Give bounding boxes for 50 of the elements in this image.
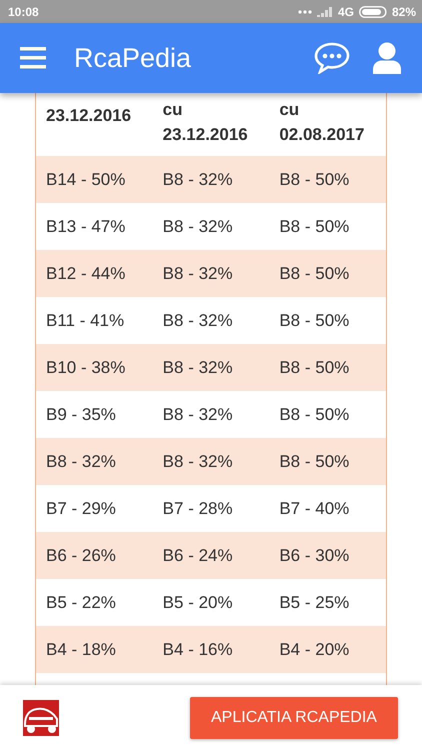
menu-icon[interactable]: [20, 47, 46, 69]
table-cell-text: B9 - 35%: [45, 404, 117, 424]
table-cell-text: B5 - 25%: [278, 592, 350, 612]
table-cell-text: B11 - 41%: [45, 310, 126, 330]
column-header: 23.12.2016: [162, 124, 249, 146]
status-time: 10:08: [8, 4, 39, 18]
user-icon[interactable]: [372, 42, 402, 74]
dots-icon: [298, 10, 312, 14]
table-cell-text: B8 - 50%: [278, 358, 350, 378]
table-cell-text: B5 - 20%: [162, 592, 234, 612]
table-cell-text: B12 - 44%: [45, 264, 126, 284]
table-cell-text: B8 - 32%: [45, 452, 117, 472]
logo-icon[interactable]: [23, 700, 59, 736]
table-cell-text: B8 - 32%: [162, 404, 234, 424]
battery-icon: [358, 6, 387, 18]
table-cell-text: B10 - 38%: [45, 358, 126, 378]
table-cell-text: B4 - 20%: [278, 640, 350, 660]
column-header: cu: [279, 99, 300, 121]
table-cell-text: B13 - 47%: [45, 216, 126, 236]
table-cell-text: B8 - 50%: [278, 264, 350, 284]
table-cell-text: B4 - 16%: [162, 640, 234, 660]
table-cell-text: B8 - 32%: [162, 264, 234, 284]
column-header: 23.12.2016: [46, 105, 132, 127]
table-cell-text: B14 - 50%: [45, 170, 126, 190]
table-cell-text: B8 - 50%: [278, 404, 350, 424]
app-title: RcaPedia: [74, 42, 192, 74]
table-cell-text: B7 - 40%: [278, 498, 350, 518]
table-cell-text: B7 - 29%: [45, 498, 117, 518]
network-label: 4G: [338, 4, 354, 18]
table-cell-text: B8 - 32%: [162, 216, 234, 236]
battery-percent: 82%: [392, 4, 416, 18]
table-cell-text: B8 - 32%: [162, 358, 234, 378]
table-cell-text: B5 - 22%: [45, 592, 117, 612]
table-cell-text: B7 - 28%: [162, 498, 234, 518]
table-cell-text: B8 - 50%: [278, 216, 350, 236]
table-cell-text: B6 - 24%: [162, 546, 234, 566]
table-cell-text: B8 - 32%: [162, 452, 234, 472]
table-cell-text: B6 - 26%: [45, 546, 117, 566]
chat-icon[interactable]: [314, 42, 350, 74]
column-header: 02.08.2017: [279, 124, 366, 146]
app-download-button[interactable]: APLICATIA RCAPEDIA: [190, 696, 398, 738]
table-cell-text: B8 - 50%: [278, 452, 350, 472]
table-cell-text: B8 - 32%: [162, 310, 234, 330]
table-cell-text: B8 - 50%: [278, 310, 350, 330]
table-cell-text: B4 - 18%: [45, 640, 117, 660]
table-cell-text: B8 - 50%: [278, 170, 350, 190]
signal-icon: [316, 6, 333, 16]
table-cell-text: B6 - 30%: [278, 546, 350, 566]
column-header: cu: [162, 99, 184, 121]
table-cell-text: B8 - 32%: [162, 170, 234, 190]
